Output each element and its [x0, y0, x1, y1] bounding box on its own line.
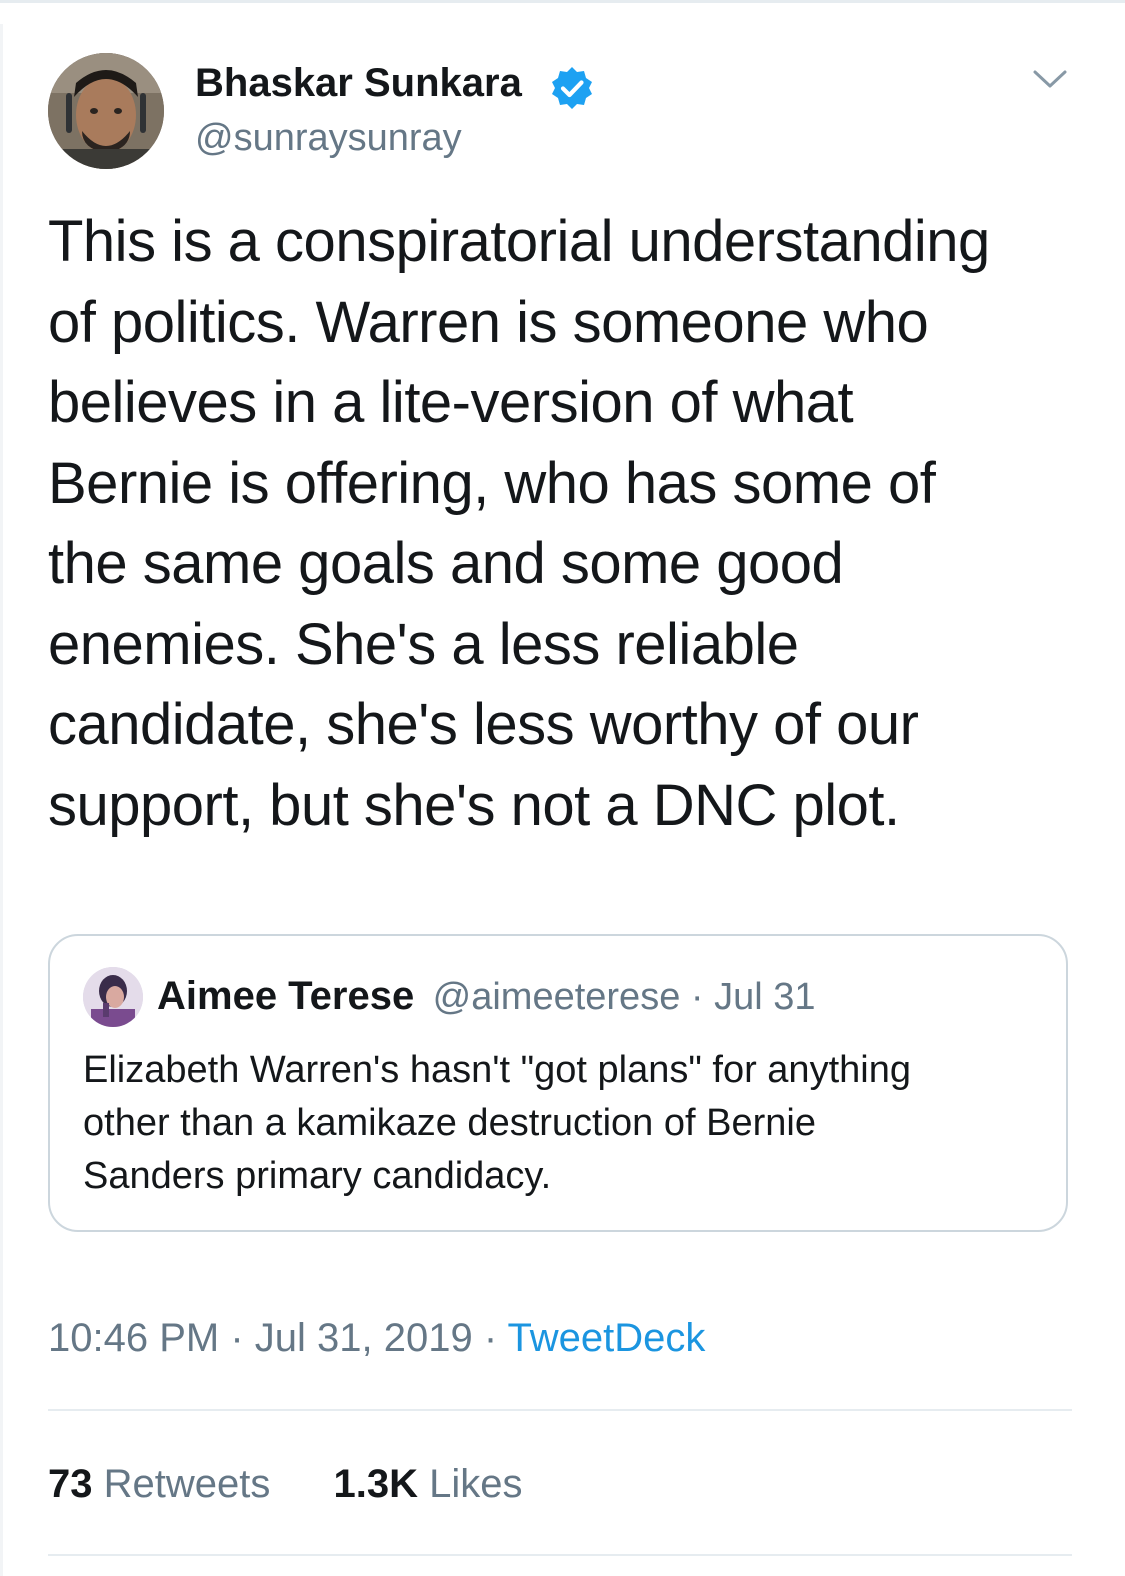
quoted-author-handle[interactable]: @aimeeterese	[433, 976, 681, 1018]
author-name[interactable]: Bhaskar Sunkara	[195, 60, 522, 106]
retweets-count: 73	[48, 1462, 93, 1506]
top-divider	[0, 0, 1125, 3]
author-avatar-image	[48, 53, 164, 169]
verified-badge-icon	[552, 67, 592, 109]
timestamp-separator: ·	[219, 1316, 255, 1360]
quoted-tweet-header: Aimee Terese @aimeeterese · Jul 31	[157, 972, 816, 1029]
author-avatar[interactable]	[48, 53, 164, 169]
tweet-timestamp: 10:46 PM · Jul 31, 2019 · TweetDeck	[48, 1314, 705, 1362]
likes-stat[interactable]: 1.3K Likes	[334, 1459, 523, 1509]
retweets-stat[interactable]: 73 Retweets	[48, 1459, 270, 1509]
quoted-tweet-date[interactable]: Jul 31	[714, 976, 815, 1018]
retweets-label: Retweets	[103, 1462, 271, 1506]
stats-bottom-divider	[48, 1554, 1072, 1556]
quoted-tweet-text: Elizabeth Warren's hasn't "got plans" fo…	[83, 1049, 911, 1197]
left-edge-divider	[0, 24, 3, 1576]
tweet-time[interactable]: 10:46 PM	[48, 1316, 219, 1360]
chevron-down-icon[interactable]	[1030, 64, 1070, 94]
quoted-author-avatar[interactable]	[83, 967, 143, 1027]
likes-label: Likes	[429, 1462, 523, 1506]
stats-top-divider	[48, 1409, 1072, 1411]
quoted-tweet-card[interactable]: Aimee Terese @aimeeterese · Jul 31 Eliza…	[48, 934, 1068, 1232]
quoted-author-avatar-image	[83, 967, 143, 1027]
tweet-stats: 73 Retweets 1.3K Likes	[48, 1459, 523, 1509]
tweet-source-link[interactable]: TweetDeck	[508, 1316, 706, 1360]
tweet-detail-page: Bhaskar Sunkara @sunraysunray This is a …	[0, 0, 1125, 1576]
tweet-text: This is a conspiratorial understanding o…	[48, 209, 990, 838]
source-separator: ·	[472, 1316, 508, 1360]
author-handle[interactable]: @sunraysunray	[195, 116, 462, 160]
quoted-author-name[interactable]: Aimee Terese	[157, 974, 414, 1018]
tweet-date[interactable]: Jul 31, 2019	[255, 1316, 473, 1360]
likes-count: 1.3K	[333, 1462, 419, 1506]
quoted-meta-separator: ·	[680, 976, 715, 1018]
